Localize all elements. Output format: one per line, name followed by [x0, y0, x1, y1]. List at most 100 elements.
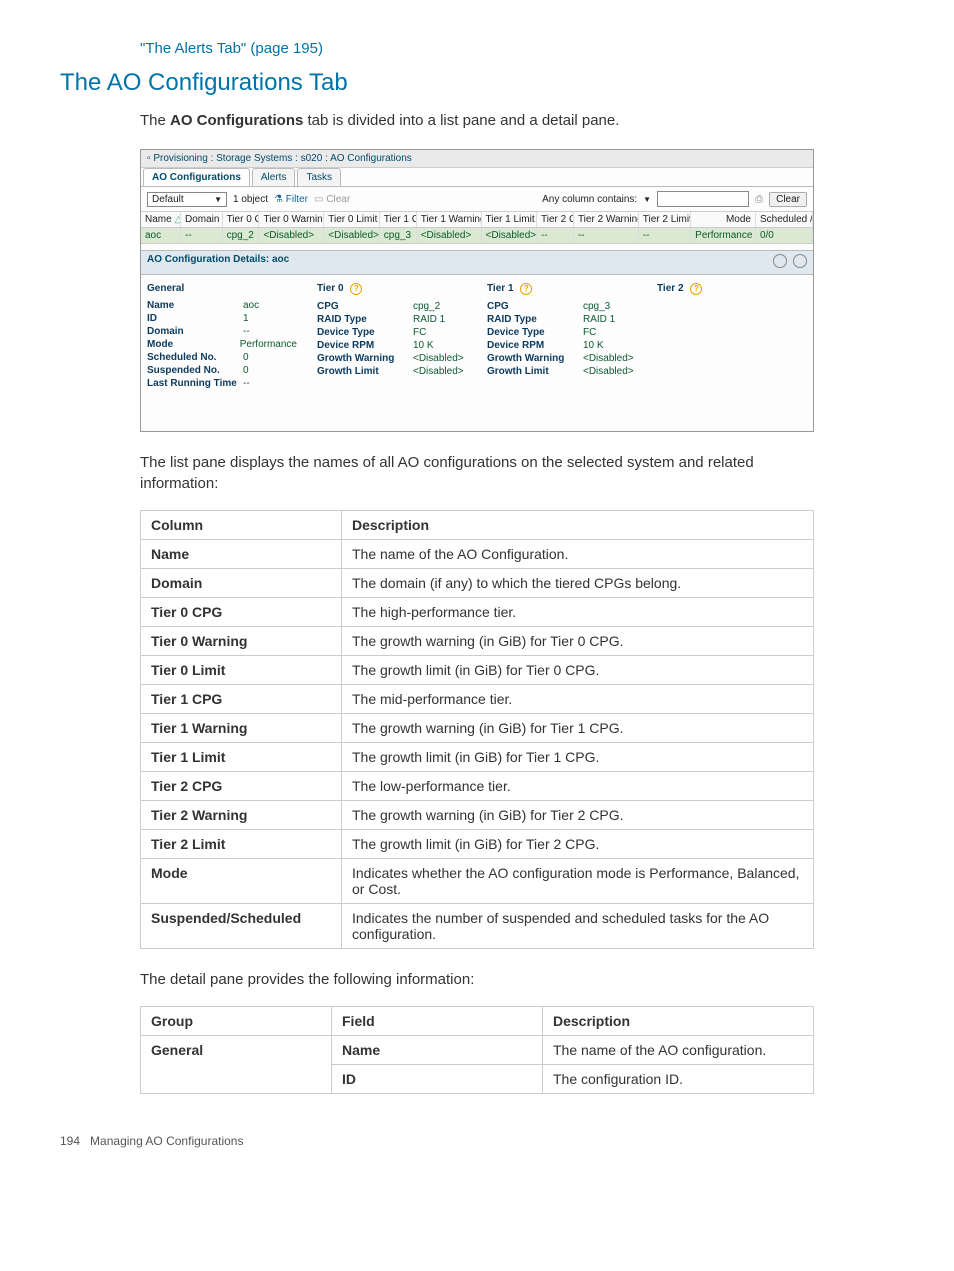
help-icon[interactable]: ? [350, 283, 362, 295]
col-t0cpg[interactable]: Tier 0 CPG [223, 212, 260, 227]
cell-t1lim: <Disabled> [482, 228, 538, 243]
detail-key: Device RPM [487, 340, 577, 351]
detail-body: General NameaocID1Domain--ModePerformanc… [141, 275, 813, 431]
detail-key: CPG [317, 301, 407, 312]
detail-key: CPG [487, 301, 577, 312]
detail-key: Growth Limit [317, 366, 407, 377]
tab-alerts[interactable]: Alerts [252, 168, 296, 186]
filter-label: Filter [286, 194, 308, 205]
tab-tasks[interactable]: Tasks [297, 168, 341, 186]
detail-value: Performance [240, 339, 297, 350]
search-input[interactable] [657, 191, 749, 207]
table-row: NameThe name of the AO Configuration. [141, 540, 814, 569]
general-header: General [147, 283, 297, 294]
col-t0lim[interactable]: Tier 0 Limit (GiB) [324, 212, 380, 227]
col-t2lim[interactable]: Tier 2 Limit (GiB) [639, 212, 691, 227]
detail-tier0: Tier 0 ? CPGcpg_2RAID TypeRAID 1Device T… [317, 279, 467, 391]
detail-kv: Mode Performance [147, 339, 297, 350]
group-cell [141, 1065, 332, 1094]
column-name: Tier 0 Warning [141, 627, 342, 656]
column-name: Tier 0 Limit [141, 656, 342, 685]
col-t0warn[interactable]: Tier 0 Warning (GiB) [259, 212, 324, 227]
cell-domain: -- [181, 228, 223, 243]
help-icon[interactable]: ? [690, 283, 702, 295]
collapse-down-icon[interactable] [793, 254, 807, 268]
col-t1warn[interactable]: Tier 1 Warning (GiB) [417, 212, 482, 227]
list-columns-table: Column Description NameThe name of the A… [140, 510, 814, 949]
column-description: Indicates whether the AO configuration m… [342, 859, 814, 904]
col-domain[interactable]: Domain [181, 212, 223, 227]
col-t2cpg[interactable]: Tier 2 CPG [537, 212, 574, 227]
clear-button[interactable]: Clear [769, 192, 807, 207]
intro-bold: AO Configurations [170, 112, 303, 129]
detail-tier1: Tier 1 ? CPGcpg_3RAID TypeRAID 1Device T… [487, 279, 637, 391]
tab-bar: AO Configurations Alerts Tasks [141, 168, 813, 187]
detail-key: Mode [147, 339, 234, 350]
table-row[interactable]: aoc -- cpg_2 <Disabled> <Disabled> cpg_3… [141, 228, 813, 244]
detail-kv: Device TypeFC [317, 327, 467, 338]
col-mode[interactable]: Mode [691, 212, 756, 227]
detail-value: RAID 1 [583, 314, 615, 325]
detail-key: Suspended No. [147, 365, 237, 376]
detail-key: Last Running Time [147, 378, 237, 389]
table-row: Tier 0 WarningThe growth warning (in GiB… [141, 627, 814, 656]
col-t2warn[interactable]: Tier 2 Warning (GiB) [574, 212, 639, 227]
detail-kv: CPGcpg_3 [487, 301, 637, 312]
scope-select[interactable]: Default ▼ [147, 192, 227, 207]
filter-link[interactable]: ⚗ Filter [274, 194, 308, 205]
column-name: Mode [141, 859, 342, 904]
column-name: Domain [141, 569, 342, 598]
tab-ao-configurations[interactable]: AO Configurations [143, 168, 250, 186]
group-cell: General [141, 1036, 332, 1065]
table-row: Tier 2 LimitThe growth limit (in GiB) fo… [141, 830, 814, 859]
print-icon[interactable]: ⎙ [755, 194, 763, 205]
section-heading: The AO Configurations Tab [60, 69, 894, 97]
detail-pane-paragraph: The detail pane provides the following i… [140, 969, 814, 990]
column-description: The mid-performance tier. [342, 685, 814, 714]
collapse-up-icon[interactable] [773, 254, 787, 268]
list-table-h2: Description [342, 511, 814, 540]
chevron-down-icon[interactable]: ▼ [643, 195, 651, 204]
app-screenshot: ▫ Provisioning : Storage Systems : s020 … [140, 149, 814, 432]
table-row: Suspended/ScheduledIndicates the number … [141, 904, 814, 949]
detail-kv: Suspended No. 0 [147, 365, 297, 376]
detail-value: FC [583, 327, 596, 338]
column-name: Name [141, 540, 342, 569]
detail-value: 0 [243, 365, 249, 376]
column-description: The growth limit (in GiB) for Tier 2 CPG… [342, 830, 814, 859]
clear-filter-link[interactable]: ▭ Clear [314, 194, 350, 205]
help-icon[interactable]: ? [520, 283, 532, 295]
col-ss[interactable]: Scheduled / Suspended [756, 212, 813, 227]
chevron-down-icon: ▼ [214, 195, 222, 204]
clear-filter-label: Clear [326, 194, 350, 205]
top-link[interactable]: "The Alerts Tab" (page 195) [140, 40, 894, 57]
detail-value: <Disabled> [413, 353, 464, 364]
detail-kv: RAID Type RAID 1 [487, 314, 637, 325]
detail-key: ID [147, 313, 237, 324]
detail-key: Device Type [317, 327, 407, 338]
cell-t2lim: -- [639, 228, 691, 243]
col-t1lim[interactable]: Tier 1 Limit (GiB) [482, 212, 538, 227]
column-description: The growth limit (in GiB) for Tier 1 CPG… [342, 743, 814, 772]
column-name: Tier 2 Limit [141, 830, 342, 859]
col-name[interactable]: Name △ [141, 212, 181, 227]
detail-key: Device Type [487, 327, 577, 338]
col-t1cpg[interactable]: Tier 1 CPG [380, 212, 417, 227]
column-name: Tier 2 Warning [141, 801, 342, 830]
column-description: The growth warning (in GiB) for Tier 2 C… [342, 801, 814, 830]
table-row: IDThe configuration ID. [141, 1065, 814, 1094]
column-description: The growth warning (in GiB) for Tier 0 C… [342, 627, 814, 656]
cell-t1cpg: cpg_3 [380, 228, 417, 243]
cell-mode: Performance [691, 228, 756, 243]
detail-value: -- [243, 326, 250, 337]
detail-kv: Device RPM10 K [487, 340, 637, 351]
cell-t0cpg: cpg_2 [223, 228, 260, 243]
table-row: ModeIndicates whether the AO configurati… [141, 859, 814, 904]
detail-key: RAID Type [487, 314, 577, 325]
filter-icon: ⚗ [274, 194, 283, 205]
detail-key: Growth Warning [317, 353, 407, 364]
detail-general: General NameaocID1Domain--ModePerformanc… [147, 279, 297, 391]
any-column-label: Any column contains: [542, 194, 637, 205]
description-cell: The configuration ID. [543, 1065, 814, 1094]
intro-post: tab is divided into a list pane and a de… [308, 112, 620, 129]
